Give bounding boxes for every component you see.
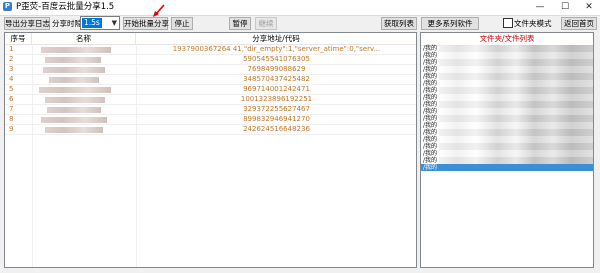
row-index: 1 (9, 45, 14, 53)
folder-item[interactable]: /我的 (421, 73, 593, 80)
folder-item-label: /我的 (423, 52, 438, 59)
row-index: 7 (9, 105, 14, 113)
row-index: 3 (9, 65, 14, 73)
window-title: P歪荧-百度云批量分享1.5 (16, 2, 115, 12)
chevron-down-icon: ▼ (111, 19, 117, 27)
folder-item-label: /我的 (423, 115, 438, 122)
title-bar: P P歪荧-百度云批量分享1.5 — ☐ ✕ (0, 0, 600, 16)
column-header-name[interactable]: 名称 (32, 33, 136, 44)
more-software-button[interactable]: 更多系列软件 (421, 17, 479, 30)
folder-item-label: /我的 (423, 94, 438, 101)
row-address: 7698499088629 (247, 65, 306, 73)
row-address: 590545541076305 (243, 55, 310, 63)
blurred-name (47, 107, 101, 113)
folder-item[interactable]: /我的 (421, 66, 593, 73)
folder-item[interactable]: /我的 (421, 143, 593, 150)
row-address: 242624516648236 (243, 125, 310, 133)
row-index: 9 (9, 125, 14, 133)
back-home-button[interactable]: 返回首页 (561, 17, 597, 30)
row-address: 329372255627467 (243, 105, 310, 113)
blurred-name (45, 97, 105, 103)
row-address: 969714001242471 (243, 85, 310, 93)
row-index: 2 (9, 55, 14, 63)
folder-item-selected[interactable]: /我的 (421, 164, 593, 171)
folder-item-label: /我的 (423, 108, 438, 115)
folder-item-label: /我的 (423, 143, 438, 150)
continue-button[interactable]: 继续 (255, 17, 277, 30)
folder-list-panel[interactable]: 文件夹/文件列表 /我的 /我的 /我的 /我的 /我的 /我的 /我的 /我的… (420, 32, 594, 268)
folder-mode-checkbox[interactable] (503, 18, 513, 28)
row-index: 4 (9, 75, 14, 83)
blurred-name (39, 87, 111, 93)
folder-item[interactable]: /我的 (421, 101, 593, 108)
column-header-address[interactable]: 分享地址/代码 (136, 33, 416, 44)
blurred-name (45, 127, 103, 133)
folder-item[interactable]: /我的 (421, 150, 593, 157)
folder-item[interactable]: /我的 (421, 157, 593, 164)
table-row[interactable]: 7 329372255627467 (5, 105, 416, 115)
export-log-button[interactable]: 导出分享日志 (4, 17, 50, 30)
red-arrow-icon (153, 4, 165, 17)
blurred-name (41, 117, 107, 123)
stop-button[interactable]: 停止 (171, 17, 193, 30)
folder-item-label: /我的 (423, 157, 438, 164)
table-row[interactable]: 5 969714001242471 (5, 85, 416, 95)
folder-item[interactable]: /我的 (421, 59, 593, 66)
folder-item-label: /我的 (423, 87, 438, 94)
app-icon: P (3, 2, 12, 11)
get-list-button[interactable]: 获取列表 (381, 17, 417, 30)
folder-item-label: /我的 (423, 150, 438, 157)
folder-item[interactable]: /我的 (421, 80, 593, 87)
row-index: 8 (9, 115, 14, 123)
folder-item-label: /我的 (423, 129, 438, 136)
table-row[interactable]: 2 590545541076305 (5, 55, 416, 65)
table-row[interactable]: 6 1001323896192251 (5, 95, 416, 105)
folder-item[interactable]: /我的 (421, 94, 593, 101)
folder-item-label: /我的 (423, 136, 438, 143)
folder-item-label: /我的 (423, 101, 438, 108)
table-row[interactable]: 4 348570437425482 (5, 75, 416, 85)
pause-button[interactable]: 暂停 (229, 17, 251, 30)
folder-item-label: /我的 (423, 122, 438, 129)
row-address: 1001323896192251 (240, 95, 313, 103)
folder-item[interactable]: /我的 (421, 122, 593, 129)
start-batch-share-button[interactable]: 开始批量分享 (123, 17, 169, 30)
table-row[interactable]: 1 1937900367264 41,"dir_empty":1,"server… (5, 45, 416, 55)
maximize-icon[interactable]: ☐ (553, 0, 577, 15)
blurred-name (43, 67, 105, 73)
folder-item[interactable]: /我的 (421, 108, 593, 115)
folder-item-label: /我的 (423, 164, 438, 171)
folder-item[interactable]: /我的 (421, 136, 593, 143)
folder-item[interactable]: /我的 (421, 129, 593, 136)
close-icon[interactable]: ✕ (577, 0, 600, 15)
folder-mode-label: 文件夹模式 (514, 19, 552, 28)
row-address: 1937900367264 41,"dir_empty":1,"server_a… (172, 45, 381, 53)
folder-item[interactable]: /我的 (421, 52, 593, 59)
table-row[interactable]: 3 7698499088629 (5, 65, 416, 75)
table-header: 序号 名称 分享地址/代码 (5, 33, 416, 45)
folder-item[interactable]: /我的 (421, 45, 593, 52)
interval-select[interactable]: 1.5s ▼ (80, 16, 120, 30)
folder-item-label: /我的 (423, 45, 438, 52)
table-row[interactable]: 8 899832946941270 (5, 115, 416, 125)
interval-value: 1.5s (82, 18, 102, 28)
minimize-icon[interactable]: — (528, 0, 552, 15)
folder-item[interactable]: /我的 (421, 115, 593, 122)
folder-item-label: /我的 (423, 66, 438, 73)
row-address: 899832946941270 (243, 115, 310, 123)
share-table[interactable]: 序号 名称 分享地址/代码 1 1937900367264 41,"dir_em… (4, 32, 417, 268)
folder-item[interactable]: /我的 (421, 87, 593, 94)
row-index: 5 (9, 85, 14, 93)
row-index: 6 (9, 95, 14, 103)
blurred-name (45, 57, 101, 63)
column-header-index[interactable]: 序号 (5, 33, 32, 44)
blurred-name (49, 77, 99, 83)
table-row[interactable]: 9 242624516648236 (5, 125, 416, 135)
folder-item-label: /我的 (423, 73, 438, 80)
blurred-name (41, 47, 111, 53)
row-address: 348570437425482 (243, 75, 310, 83)
folder-item-label: /我的 (423, 80, 438, 87)
folder-item-label: /我的 (423, 59, 438, 66)
